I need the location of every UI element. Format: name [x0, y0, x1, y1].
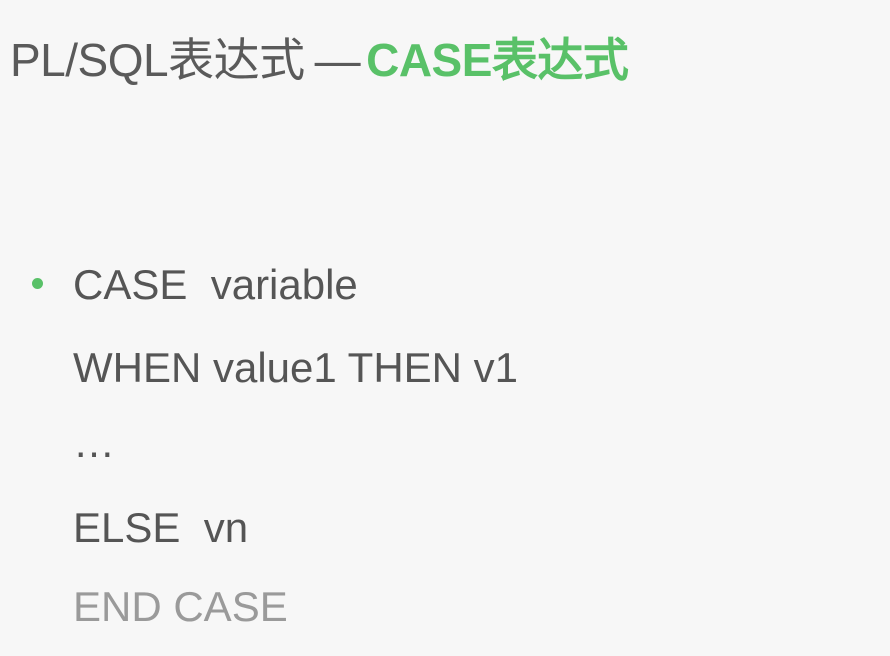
- code-line-else: ELSE vn: [73, 504, 249, 551]
- bullet-dot-icon: [32, 278, 43, 289]
- slide: PL/SQL表达式 — CASE表达式 CASE variable WHEN val…: [0, 0, 890, 656]
- code-line-case: CASE variable: [73, 261, 358, 308]
- code-line-when: WHEN value1 THEN v1: [73, 344, 519, 391]
- code-line-ellipsis: …: [73, 419, 115, 466]
- case-syntax-block: CASE variable WHEN value1 THEN v1 … ELSE…: [0, 0, 890, 656]
- code-line-end-case: END CASE: [73, 583, 288, 630]
